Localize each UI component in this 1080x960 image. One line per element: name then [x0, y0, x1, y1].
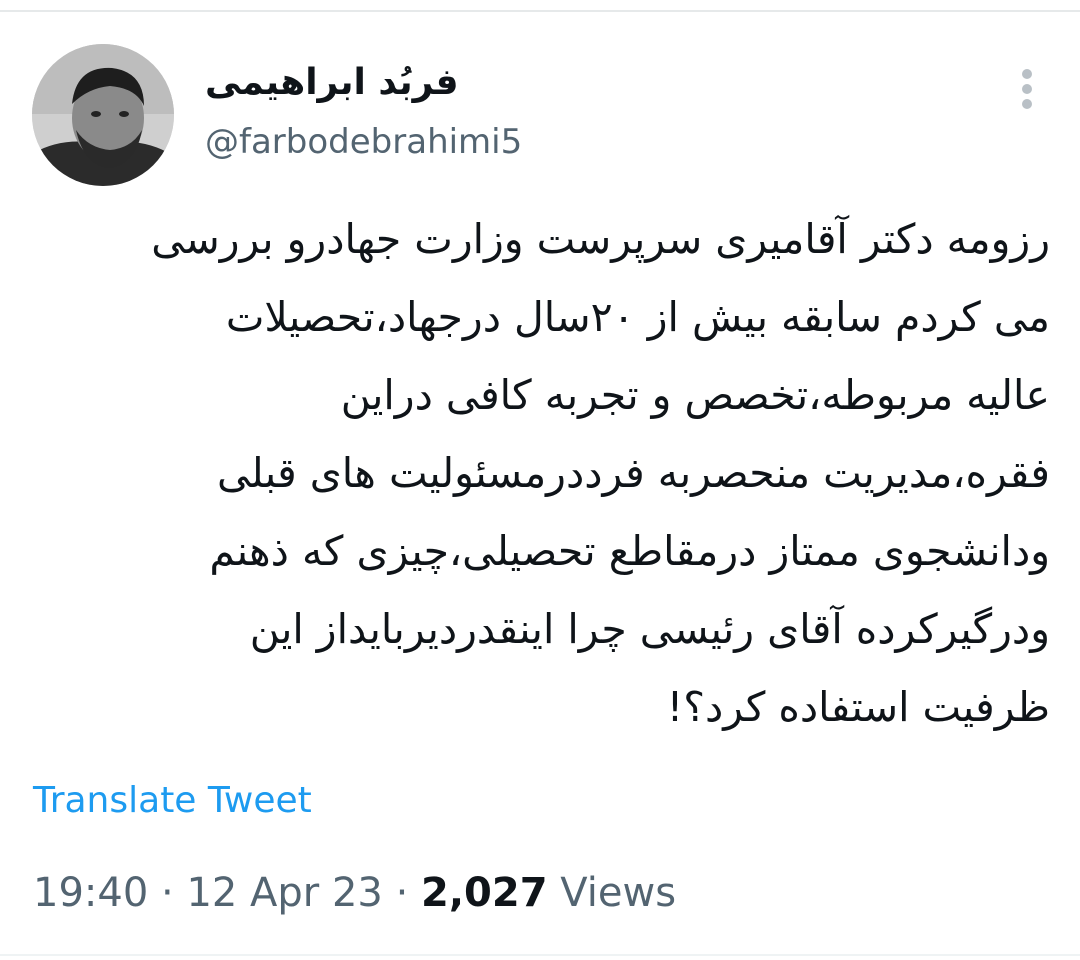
top-divider — [0, 10, 1080, 12]
author-display-name[interactable]: فربُد ابراهیمی — [205, 62, 459, 103]
tweet-date[interactable]: 12 Apr 23 — [186, 870, 382, 916]
tweet-text-line: ودرگیرکرده آقای رئیسی چرا اینقدردیربایدا… — [249, 605, 1050, 653]
profile-photo-icon — [32, 44, 174, 186]
tweet-body: رزومه دکتر آقامیری سرپرست وزارت جهادرو ب… — [30, 200, 1050, 746]
author-avatar[interactable] — [32, 44, 174, 186]
meta-separator: · — [395, 870, 409, 916]
meta-separator: · — [161, 870, 174, 916]
views-label: Views — [560, 870, 677, 916]
tweet-time[interactable]: 19:40 — [33, 870, 148, 916]
tweet-text-line: ودانشجوی ممتاز درمقاطع تحصیلی،چیزی که ذه… — [209, 527, 1050, 575]
tweet-text-line: عالیه مربوطه،تخصص و تجربه کافی دراین — [340, 371, 1050, 419]
tweet-metadata: 19:40 · 12 Apr 23 · 2,027 Views — [33, 870, 676, 916]
bottom-divider — [0, 954, 1080, 956]
more-options-button[interactable] — [1010, 64, 1044, 114]
views-count[interactable]: 2,027 — [421, 870, 548, 916]
author-handle[interactable]: @farbodebrahimi5 — [205, 122, 522, 162]
translate-tweet-link[interactable]: Translate Tweet — [33, 780, 312, 821]
tweet-text-line: می کردم سابقه بیش از ۲۰سال درجهاد،تحصیلا… — [225, 293, 1050, 341]
tweet-text-line: فقره،مدیریت منحصربه فرددرمسئولیت های قبل… — [216, 449, 1050, 497]
tweet-text-line: ظرفیت استفاده کرد؟! — [666, 683, 1050, 731]
tweet-text-line: رزومه دکتر آقامیری سرپرست وزارت جهادرو ب… — [151, 215, 1050, 263]
vertical-ellipsis-icon — [1022, 69, 1032, 109]
